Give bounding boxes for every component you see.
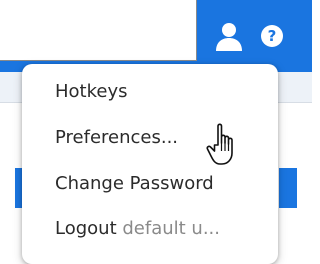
menu-item-change-password-label: Change Password	[55, 173, 214, 194]
hand-pointer-icon	[206, 123, 233, 165]
help-icon[interactable]: ?	[260, 24, 284, 48]
menu-item-preferences-label: Preferences...	[55, 127, 179, 148]
user-icon[interactable]	[213, 20, 245, 52]
menu-item-logout-label: Logout	[55, 218, 117, 239]
menu-item-change-password[interactable]: Change Password	[55, 168, 265, 200]
page-button-right[interactable]	[279, 168, 297, 208]
menu-item-hotkeys[interactable]: Hotkeys	[55, 76, 265, 108]
top-header-bar: ?	[0, 0, 312, 72]
menu-item-logout[interactable]: Logout default u...	[55, 213, 265, 245]
menu-item-hotkeys-label: Hotkeys	[55, 81, 128, 102]
svg-text:?: ?	[268, 27, 277, 45]
logout-username: default u...	[122, 218, 221, 239]
header-search-field[interactable]	[0, 0, 197, 61]
